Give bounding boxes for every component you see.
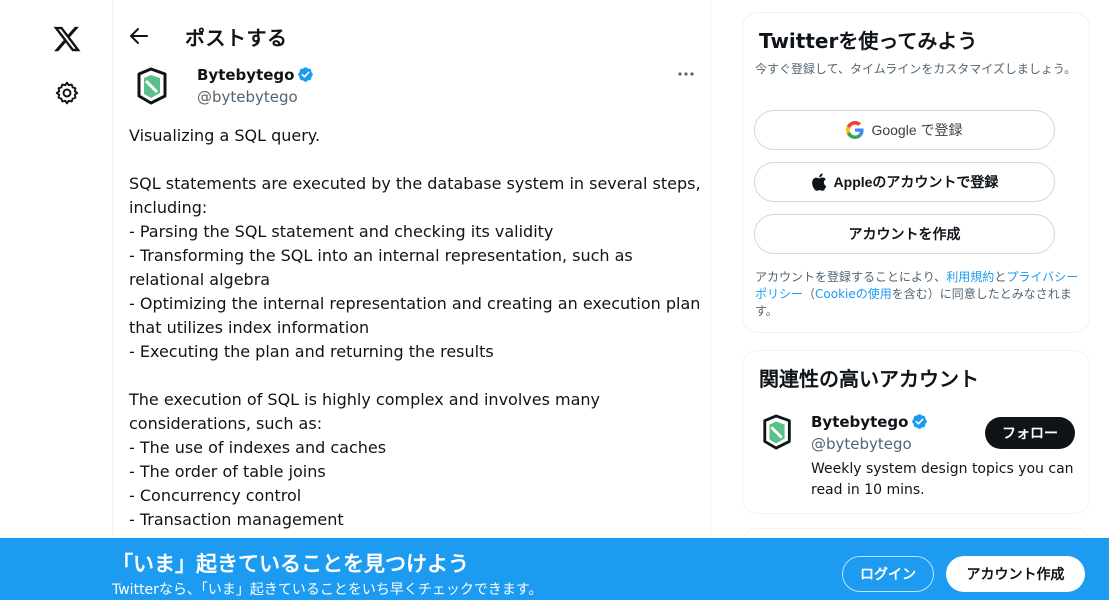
post-line: The execution of SQL is highly complex a… — [129, 390, 601, 433]
related-accounts-title: 関連性の高いアカウント — [759, 367, 979, 391]
post-line: - Parsing the SQL statement and checking… — [129, 222, 554, 241]
create-account-button[interactable]: アカウントを作成 — [754, 214, 1055, 254]
page-title: ポストする — [185, 26, 288, 50]
related-account-bio: Weekly system design topics you can read… — [811, 461, 1074, 498]
post-author: Bytebytego @bytebytego — [129, 62, 699, 112]
more-options-icon[interactable] — [673, 64, 699, 84]
legal-paren: （ — [803, 287, 816, 301]
x-logo-icon[interactable] — [52, 24, 82, 54]
legal-prefix: アカウントを登録することにより、 — [755, 270, 947, 284]
banner-title: 「いま」起きていることを見つけよう — [112, 552, 469, 576]
related-accounts-card: 関連性の高いアカウント Bytebytego @bytebytego フォロー … — [742, 350, 1090, 514]
apple-logo-icon — [811, 173, 826, 191]
google-signup-button[interactable]: Google で登録 — [754, 110, 1055, 150]
signup-subtitle: 今すぐ登録して、タイムラインをカスタマイズしましょう。 — [755, 62, 1077, 76]
related-account-name-text: Bytebytego — [811, 413, 909, 431]
signup-banner: 「いま」起きていることを見つけよう Twitterなら、「いま」起きていることを… — [0, 538, 1109, 600]
post-line: - Concurrency control — [129, 486, 302, 505]
paragraph-break — [129, 364, 701, 388]
apple-signup-label: Appleのアカウントで登録 — [833, 174, 999, 190]
main-column: ポストする Bytebytego @bytebytego Visualizing… — [112, 0, 711, 600]
signup-title: Twitterを使ってみよう — [759, 29, 978, 53]
legal-notice: アカウントを登録することにより、利用規約とプライバシーポリシー（Cookieの使… — [755, 269, 1085, 320]
verified-badge-icon — [912, 414, 928, 429]
google-g-icon — [846, 121, 865, 139]
post-line: - Optimizing the internal representation… — [129, 294, 701, 337]
post-line: - The order of table joins — [129, 462, 326, 481]
verified-badge-icon — [298, 67, 314, 82]
paragraph-break — [129, 148, 701, 172]
back-arrow-icon[interactable] — [127, 24, 151, 48]
author-name-text: Bytebytego — [197, 66, 295, 84]
bytebytego-logo-avatar[interactable] — [761, 413, 795, 451]
cookie-policy-link[interactable]: Cookieの使用 — [815, 287, 892, 301]
banner-signup-button[interactable]: アカウント作成 — [946, 556, 1085, 592]
banner-subtitle: Twitterなら、「いま」起きていることをいち早くチェックできます。 — [112, 582, 543, 598]
related-account-name[interactable]: Bytebytego — [811, 413, 928, 431]
terms-link[interactable]: 利用規約 — [946, 270, 994, 284]
author-name[interactable]: Bytebytego — [197, 66, 314, 84]
google-signup-label: Google で登録 — [871, 122, 963, 138]
post-line: - Executing the plan and returning the r… — [129, 342, 494, 361]
post-line: - Transforming the SQL into an internal … — [129, 246, 633, 289]
create-account-label: アカウントを作成 — [848, 226, 961, 242]
post-line: Visualizing a SQL query. — [129, 126, 321, 145]
post-header: ポストする — [113, 16, 712, 56]
apple-signup-button[interactable]: Appleのアカウントで登録 — [754, 162, 1055, 202]
post-line: SQL statements are executed by the datab… — [129, 174, 701, 217]
legal-and: と — [994, 270, 1007, 284]
follow-button[interactable]: フォロー — [985, 417, 1075, 449]
signup-card: Twitterを使ってみよう 今すぐ登録して、タイムラインをカスタマイズしましょ… — [742, 12, 1090, 333]
author-handle[interactable]: @bytebytego — [197, 88, 298, 106]
gear-icon[interactable] — [54, 80, 80, 106]
post-line: - Transaction management — [129, 510, 344, 529]
bytebytego-logo-avatar[interactable] — [135, 66, 171, 106]
post-line: - The use of indexes and caches — [129, 438, 387, 457]
login-button[interactable]: ログイン — [842, 556, 934, 592]
post-body: Visualizing a SQL query. SQL statements … — [129, 124, 701, 532]
related-account-handle[interactable]: @bytebytego — [811, 435, 912, 453]
left-nav — [0, 0, 112, 600]
